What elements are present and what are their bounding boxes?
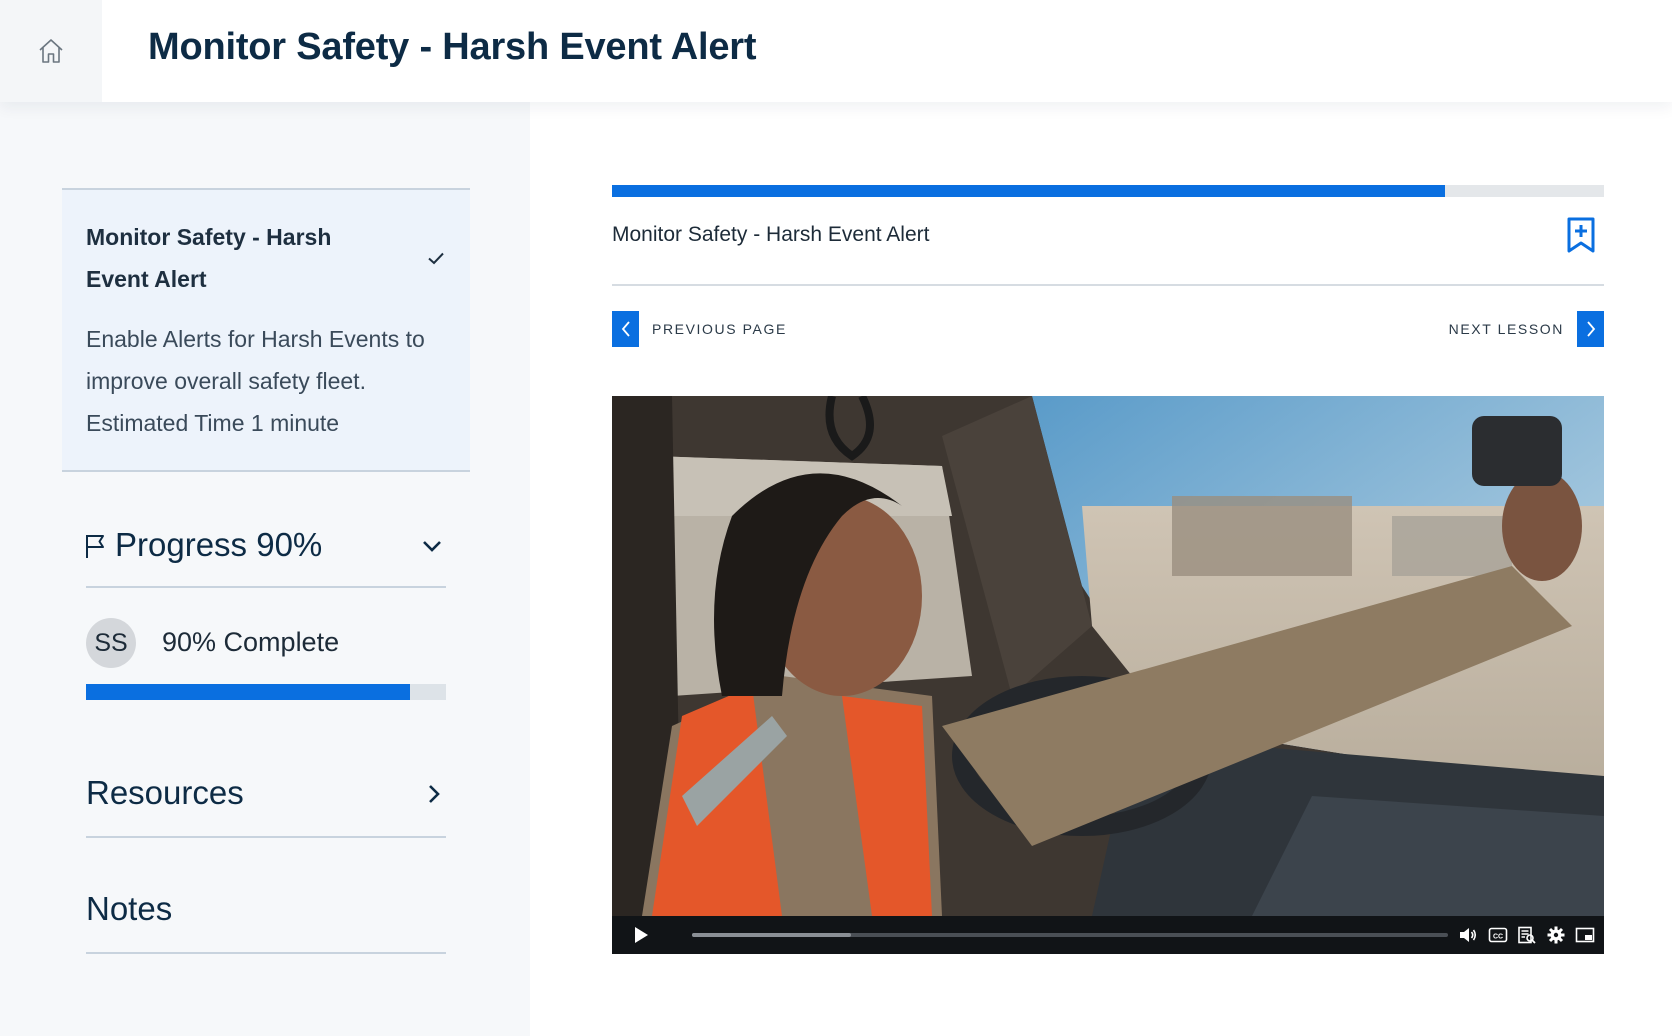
main-content: Monitor Safety - Harsh Event Alert PREVI… (530, 102, 1672, 1036)
app-header: Monitor Safety - Harsh Event Alert (0, 0, 1672, 102)
volume-icon[interactable] (1458, 925, 1478, 945)
chevron-left-icon (621, 321, 630, 337)
description-line: Estimated Time 1 minute (86, 410, 340, 436)
description-line: Enable Alerts for Harsh Events to (86, 326, 425, 352)
course-progress-fill (86, 684, 410, 700)
chevron-right-icon (429, 785, 440, 803)
lesson-progress-bar (612, 185, 1604, 197)
resources-label: Resources (86, 774, 244, 811)
next-lesson-button[interactable]: NEXT LESSON (1449, 311, 1604, 347)
video-scrubber[interactable] (692, 933, 1448, 937)
play-icon[interactable] (632, 926, 650, 944)
description-line: improve overall safety fleet. (86, 368, 366, 394)
next-lesson-label: NEXT LESSON (1448, 321, 1564, 337)
progress-title: Progress 90% (115, 526, 323, 563)
course-progress-bar (86, 684, 446, 700)
bookmark-add-icon[interactable] (1564, 216, 1598, 254)
lesson-progress-fill (612, 185, 1446, 197)
notes-label: Notes (86, 890, 173, 927)
resources-section[interactable]: Resources (86, 760, 446, 838)
check-icon (428, 252, 444, 265)
video-frame (612, 396, 1604, 916)
picture-in-picture-icon[interactable] (1575, 925, 1595, 945)
settings-icon[interactable] (1546, 925, 1566, 945)
complete-text: 90% Complete (162, 627, 340, 657)
progress-summary: SS 90% Complete (86, 618, 446, 668)
transcript-icon[interactable] (1517, 925, 1537, 945)
nav-box (612, 311, 639, 347)
page-title: Monitor Safety - Harsh Event Alert (148, 26, 757, 68)
video-controls: CC (612, 916, 1604, 954)
divider (612, 284, 1604, 286)
notes-section[interactable]: Notes (86, 876, 446, 954)
lesson-card-description: Enable Alerts for Harsh Events to improv… (86, 318, 446, 444)
sidebar: Monitor Safety - Harsh Event Alert Enabl… (0, 102, 530, 1036)
progress-accordion[interactable]: Progress 90% (86, 512, 446, 588)
flag-icon (86, 535, 104, 558)
captions-icon[interactable]: CC (1488, 925, 1508, 945)
chevron-right-icon (1586, 321, 1595, 337)
video-buffered (692, 933, 851, 937)
home-button[interactable] (0, 0, 102, 102)
lesson-card-title: Monitor Safety - Harsh Event Alert (86, 224, 332, 292)
svg-text:CC: CC (1493, 934, 1503, 941)
chevron-down-icon (423, 541, 441, 552)
lesson-card[interactable]: Monitor Safety - Harsh Event Alert Enabl… (62, 188, 470, 472)
previous-page-button[interactable]: PREVIOUS PAGE (612, 311, 787, 347)
video-player[interactable]: CC (612, 396, 1604, 954)
previous-page-label: PREVIOUS PAGE (652, 321, 787, 337)
home-icon (39, 39, 63, 63)
avatar: SS (86, 618, 136, 668)
nav-box (1577, 311, 1604, 347)
lesson-name: Monitor Safety - Harsh Event Alert (612, 223, 930, 246)
